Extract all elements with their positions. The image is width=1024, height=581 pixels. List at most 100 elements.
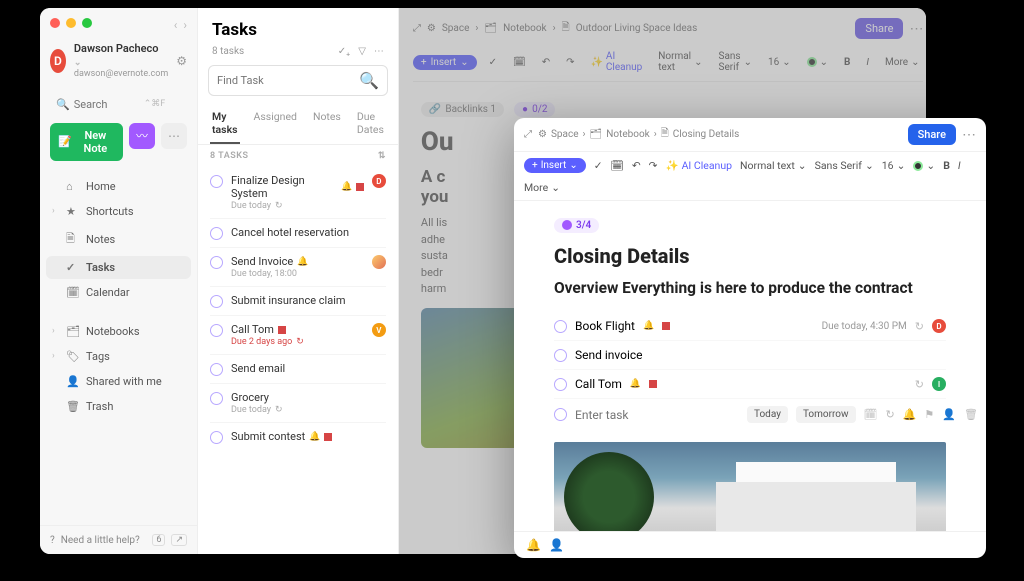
sidebar-item-notebooks[interactable]: ›🗂Notebooks — [46, 320, 191, 343]
task-checkbox[interactable] — [554, 349, 567, 362]
nav-icon: ⌂ — [66, 180, 80, 193]
popup-task-row[interactable]: Send invoice — [554, 341, 946, 370]
popup-task-row[interactable]: Book Flight🔔Due today, 4:30 PM↻D — [554, 312, 946, 341]
close-window-icon[interactable] — [50, 18, 60, 28]
delete-icon[interactable]: 🗑 — [964, 408, 978, 421]
task-row[interactable]: Send Invoice🔔Due today, 18:00 — [210, 248, 386, 287]
popup-subtitle[interactable]: Overview Everything is here to produce t… — [554, 278, 946, 298]
progress-pill: 3/4 — [554, 218, 599, 233]
check-toolbar-icon[interactable]: ✓ — [594, 159, 603, 172]
tab-due-dates[interactable]: Due Dates — [355, 104, 386, 144]
italic-button[interactable]: I — [958, 159, 961, 172]
profile-row[interactable]: D Dawson Pacheco ⌄ dawson@evernote.com ⚙ — [40, 32, 197, 90]
popup-breadcrumb[interactable]: ⚙Space › 🗂Notebook › 🗎Closing Details — [538, 126, 739, 143]
more-icon[interactable]: ⋯ — [374, 46, 384, 57]
task-row[interactable]: Cancel hotel reservation — [210, 219, 386, 248]
task-checkbox[interactable] — [554, 378, 567, 391]
ai-cleanup-button[interactable]: ✨ AI Cleanup — [665, 159, 732, 172]
recur-icon: ↻ — [915, 320, 924, 333]
gear-icon[interactable]: ⚙ — [176, 54, 187, 68]
tab-notes[interactable]: Notes — [311, 104, 343, 144]
tab-my-tasks[interactable]: My tasks — [210, 104, 240, 144]
task-checkbox[interactable] — [210, 256, 223, 269]
task-checkbox[interactable] — [210, 295, 223, 308]
sidebar-item-notes[interactable]: 🗎Notes — [46, 225, 191, 254]
sidebar-item-calendar[interactable]: 🗓Calendar — [46, 281, 191, 304]
color-select[interactable]: ⌄ — [913, 159, 935, 172]
quick-today-button[interactable]: Today — [747, 406, 788, 423]
task-checkbox[interactable] — [210, 324, 223, 337]
search-icon: 🔍 — [56, 98, 70, 111]
redo-icon[interactable]: ↷ — [649, 159, 658, 172]
space-icon: ⚙ — [538, 129, 547, 140]
task-row[interactable]: Submit insurance claim — [210, 287, 386, 316]
assignee-avatar: D — [372, 174, 386, 188]
task-checkbox[interactable] — [210, 175, 223, 188]
reminder-icon[interactable]: 🔔 — [903, 408, 917, 421]
sidebar-item-shared-with-me[interactable]: 👤Shared with me — [46, 370, 191, 393]
find-task-input[interactable] — [217, 74, 359, 87]
size-select[interactable]: 16 ⌄ — [882, 159, 906, 172]
quick-tomorrow-button[interactable]: Tomorrow — [796, 406, 856, 423]
task-row[interactable]: Send email — [210, 355, 386, 384]
more-actions-button[interactable]: ⋯ — [161, 123, 187, 149]
undo-icon[interactable]: ↶ — [632, 159, 641, 172]
share-button[interactable]: Share — [908, 124, 956, 145]
bold-button[interactable]: B — [943, 159, 950, 172]
nav-back-icon[interactable]: ‹ — [174, 18, 178, 32]
task-checkbox[interactable] — [210, 392, 223, 405]
sidebar-item-home[interactable]: ⌂Home — [46, 175, 191, 198]
find-search-icon[interactable]: 🔍 — [359, 71, 379, 90]
popup-more-icon[interactable]: ⋯ — [962, 127, 976, 143]
recur-icon[interactable]: ↻ — [885, 408, 894, 421]
sidebar-item-trash[interactable]: 🗑Trash — [46, 395, 191, 418]
popup-title[interactable]: Closing Details — [554, 244, 946, 268]
search-input[interactable] — [74, 98, 144, 111]
calendar-toolbar-icon[interactable]: 🗓 — [611, 159, 624, 172]
enter-task-input[interactable] — [575, 408, 731, 422]
task-row[interactable]: Call TomDue 2 days ago↻V — [210, 316, 386, 355]
search-shortcut: ⌃⌘F — [144, 99, 166, 109]
add-task-icon[interactable]: ✓₊ — [338, 46, 350, 57]
task-row[interactable]: Finalize Design System🔔Due today↻D — [210, 167, 386, 219]
insert-button[interactable]: + Insert ⌄ — [524, 158, 586, 173]
task-checkbox-new[interactable] — [554, 408, 567, 421]
assignee-avatar: I — [932, 377, 946, 391]
nav-icon: 👤 — [66, 375, 80, 388]
badge-expand[interactable]: ↗ — [171, 534, 187, 546]
style-select[interactable]: Normal text ⌄ — [740, 159, 807, 172]
help-text[interactable]: Need a little help? — [61, 535, 140, 546]
task-checkbox[interactable] — [210, 363, 223, 376]
date-icon[interactable]: 🗓 — [864, 408, 878, 421]
nav-forward-icon[interactable]: › — [183, 18, 187, 32]
flag-icon[interactable]: ⚑ — [924, 408, 934, 421]
minimize-window-icon[interactable] — [66, 18, 76, 28]
popup-user-icon[interactable]: 👤 — [549, 538, 564, 552]
sidebar-item-tags[interactable]: ›🏷Tags — [46, 345, 191, 368]
new-task-row[interactable]: Today Tomorrow 🗓 ↻ 🔔 ⚑ 👤 🗑 — [554, 399, 946, 430]
sort-icon[interactable]: ⇅ — [378, 151, 386, 161]
task-checkbox[interactable] — [210, 431, 223, 444]
task-checkbox[interactable] — [210, 227, 223, 240]
tab-assigned[interactable]: Assigned — [252, 104, 299, 144]
maximize-window-icon[interactable] — [82, 18, 92, 28]
filter-icon[interactable]: ▽ — [358, 46, 366, 57]
assign-icon[interactable]: 👤 — [942, 408, 956, 421]
task-row[interactable]: Submit contest🔔 — [210, 423, 386, 451]
bell-icon: 🔔 — [309, 432, 320, 442]
font-select[interactable]: Sans Serif ⌄ — [815, 159, 874, 172]
task-row[interactable]: GroceryDue today↻ — [210, 384, 386, 423]
sidebar-item-shortcuts[interactable]: ›★Shortcuts — [46, 200, 191, 223]
task-checkbox[interactable] — [554, 320, 567, 333]
assignee-avatar — [372, 255, 386, 269]
sidebar-item-tasks[interactable]: ✓Tasks — [46, 256, 191, 279]
popup-bell-icon[interactable]: 🔔 — [526, 538, 541, 552]
more-toolbar[interactable]: More ⌄ — [524, 181, 560, 194]
popup-task-row[interactable]: Call Tom🔔↻I — [554, 370, 946, 399]
search-row[interactable]: 🔍 ⌃⌘F — [50, 94, 187, 115]
popup-expand-icon[interactable]: ⤢ — [524, 129, 532, 140]
notebook-icon: 🗂 — [590, 129, 603, 140]
recur-icon: ↻ — [915, 378, 924, 391]
new-note-button[interactable]: 📝New Note — [50, 123, 123, 161]
ai-button[interactable]: 〰 — [129, 123, 155, 149]
